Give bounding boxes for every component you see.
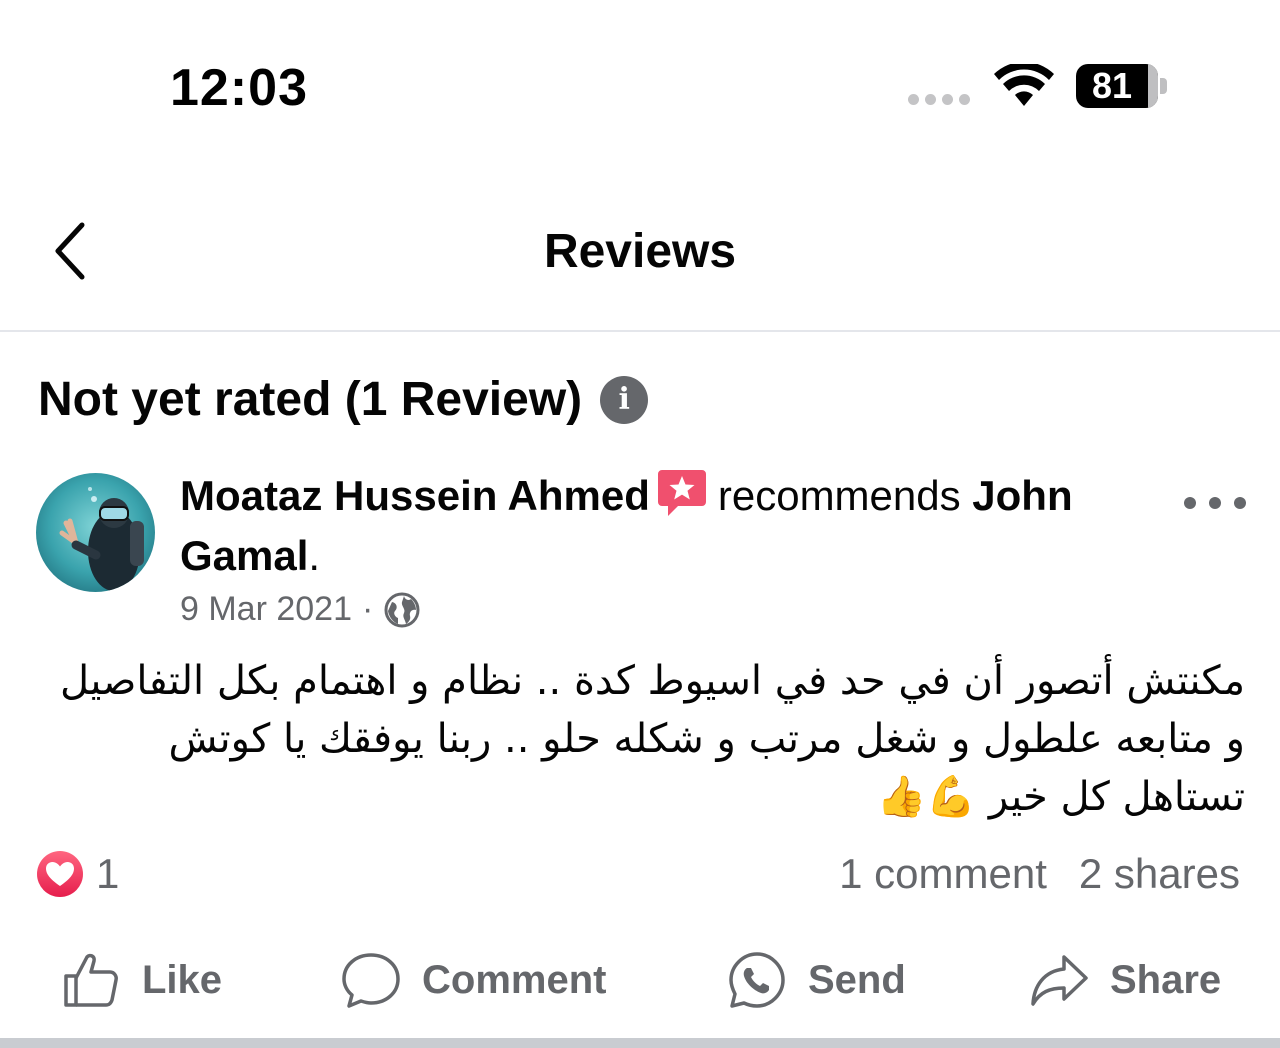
action-bar: Like Comment Send Share: [0, 940, 1280, 1020]
thumbs-up-icon: [64, 953, 118, 1007]
meta-separator: ·: [362, 590, 374, 628]
reaction-count: 1: [96, 850, 120, 897]
share-button[interactable]: Share: [1028, 940, 1221, 1020]
comments-count-link[interactable]: 1 comment: [839, 850, 1047, 898]
heart-reaction-icon: [37, 851, 83, 897]
more-options-button[interactable]: [1184, 488, 1246, 518]
rating-heading: Not yet rated (1 Review) i: [38, 372, 649, 427]
post-date[interactable]: 9 Mar 2021: [180, 590, 352, 629]
recommends-verb: recommends: [717, 472, 961, 519]
comment-button[interactable]: Comment: [340, 940, 606, 1020]
send-label: Send: [808, 957, 906, 1002]
post-body: مكنتش أتصور أن في حد في اسيوط كدة .. نظا…: [60, 658, 1245, 820]
reactions-summary[interactable]: 1: [36, 850, 119, 898]
nav-header: Reviews: [0, 170, 1280, 332]
battery-icon: 81: [1076, 64, 1158, 108]
whatsapp-icon: [729, 952, 785, 1008]
post-author-line: Moataz Hussein Ahmed recommends John Gam…: [180, 466, 1170, 586]
target-suffix: .: [308, 532, 321, 579]
shares-count-link[interactable]: 2 shares: [1079, 850, 1240, 898]
rating-summary: Not yet rated (1 Review): [38, 373, 583, 426]
battery-nub: [1160, 78, 1167, 94]
info-icon[interactable]: i: [600, 375, 649, 424]
share-arrow-icon: [1031, 955, 1088, 1006]
wifi-icon: [994, 64, 1054, 106]
like-button[interactable]: Like: [60, 940, 222, 1020]
cellular-dots-icon: [908, 94, 970, 105]
like-label: Like: [142, 957, 223, 1002]
comment-bubble-icon: [342, 953, 400, 1008]
post-meta: 9 Mar 2021 ·: [180, 590, 421, 629]
comment-label: Comment: [422, 957, 607, 1002]
status-bar: 12:03 81: [0, 0, 1280, 170]
avatar[interactable]: [36, 473, 155, 592]
battery-level: 81: [1091, 65, 1133, 106]
share-label: Share: [1110, 957, 1222, 1002]
recommendation-star-badge-icon: [657, 470, 706, 516]
send-button[interactable]: Send: [726, 940, 906, 1020]
section-divider: [0, 1038, 1280, 1048]
author-name[interactable]: Moataz Hussein Ahmed: [180, 472, 650, 519]
post-stats: 1 comment 2 shares: [839, 850, 1240, 898]
page-title: Reviews: [543, 225, 737, 278]
globe-icon: [384, 592, 420, 627]
status-time: 12:03: [170, 59, 308, 117]
